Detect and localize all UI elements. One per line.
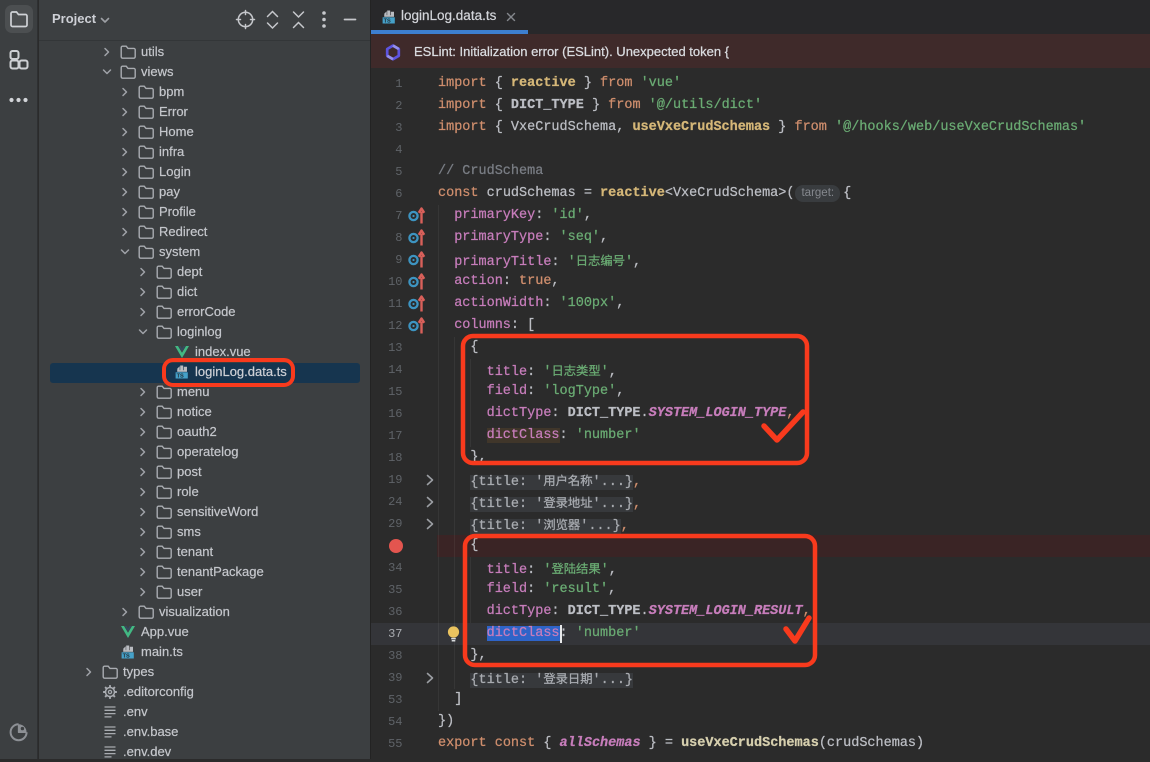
svg-text:TS: TS <box>123 653 130 659</box>
svg-text:TS: TS <box>177 373 184 379</box>
svg-text:TS: TS <box>384 18 391 24</box>
